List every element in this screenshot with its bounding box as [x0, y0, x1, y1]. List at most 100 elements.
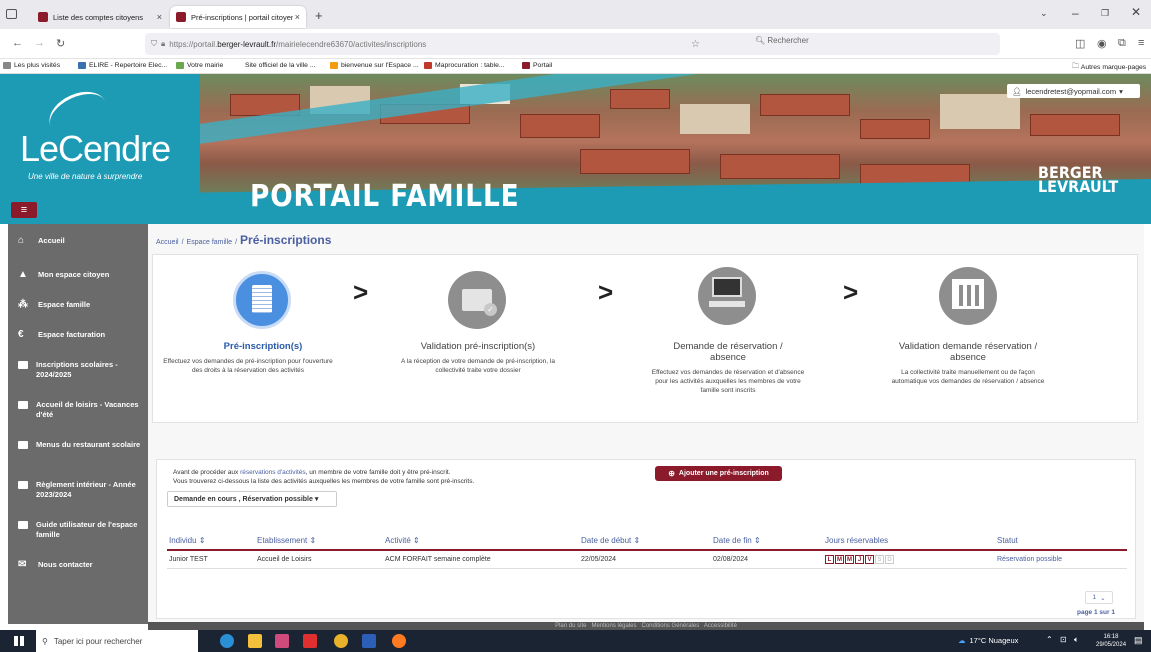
day-badge: J: [855, 554, 864, 564]
day-badge: L: [825, 554, 834, 564]
volume-icon[interactable]: 🔈︎: [1074, 635, 1079, 645]
bookmark-item[interactable]: Les plus visités: [3, 62, 60, 69]
browser-tab-bar: Liste des comptes citoyens × Pré-inscrip…: [0, 0, 1151, 29]
column-header-date-fin[interactable]: Date de fin ⇕: [713, 532, 825, 551]
site-footer: Plan du site Mentions légales Conditions…: [148, 622, 1144, 630]
weather-widget[interactable]: ☁ 17°C Nuageux: [958, 636, 1018, 645]
user-menu-button[interactable]: 👤︎ lecendretest@yopmail.com ▾: [1007, 84, 1140, 98]
sidebar-item-espace-famille[interactable]: ⁂ Espace famille: [8, 300, 148, 310]
browser-tab-comptes[interactable]: Liste des comptes citoyens ×: [32, 6, 168, 28]
tab-list-icon[interactable]: [6, 9, 17, 19]
bookmark-item[interactable]: Maprocuration : table...: [424, 62, 505, 69]
clock[interactable]: 16:18 29/05/2024: [1096, 633, 1126, 649]
bookmark-item[interactable]: ELIRE - Repertoire Elec...: [78, 62, 167, 69]
sort-icon: ⇕: [753, 536, 761, 545]
other-bookmarks[interactable]: 🗀︎ Autres marque-pages: [1072, 62, 1146, 73]
sidebar-item-inscriptions-scolaires[interactable]: Inscriptions scolaires - 2024/2025: [8, 360, 148, 380]
page-select[interactable]: 1 ⌄: [1085, 591, 1113, 604]
breadcrumb-separator: /: [235, 239, 238, 246]
sidebar-item-menus[interactable]: Menus du restaurant scolaire: [8, 440, 148, 450]
footer-link-conditions[interactable]: Conditions Générales: [642, 623, 700, 629]
day-badge: M: [845, 554, 854, 564]
document-icon: [18, 361, 28, 369]
step-2-desc: A la réception de votre demande de pré-i…: [401, 358, 555, 374]
footer-link-plan[interactable]: Plan du site: [555, 623, 586, 629]
minimize-icon[interactable]: –: [1072, 6, 1079, 20]
euro-icon: €: [18, 329, 24, 340]
url-text: https://portail.berger-levrault.fr/mairi…: [169, 39, 427, 49]
new-tab-icon[interactable]: +: [315, 8, 323, 23]
cell-activite: ACM FORFAIT semaine complète: [385, 550, 581, 569]
column-header-etablissement[interactable]: Etablissement ⇕: [257, 532, 385, 551]
cell-statut-link[interactable]: Réservation possible: [997, 550, 1127, 569]
forward-icon[interactable]: →: [34, 37, 45, 49]
status-filter-dropdown[interactable]: Demande en cours , Réservation possible …: [167, 491, 337, 507]
chrome-icon[interactable]: [334, 634, 348, 648]
app-icon[interactable]: [275, 634, 289, 648]
close-window-icon[interactable]: ✕: [1131, 5, 1141, 19]
bookmark-item[interactable]: bienvenue sur l'Espace ...: [330, 62, 419, 69]
windows-start-icon[interactable]: [14, 636, 24, 646]
bookmark-item[interactable]: Votre mairie: [176, 62, 223, 69]
add-preinscription-button[interactable]: ⊕ Ajouter une pré-inscription: [655, 466, 782, 481]
breadcrumb-home-link[interactable]: Accueil: [156, 239, 179, 246]
edge-icon[interactable]: [220, 634, 234, 648]
column-header-date-debut[interactable]: Date de début ⇕: [581, 532, 713, 551]
sidebar-item-accueil[interactable]: ⌂ Accueil: [8, 236, 148, 246]
word-icon[interactable]: [362, 634, 376, 648]
keyboard-icon: [709, 301, 745, 307]
extensions-icon[interactable]: ⧉: [1118, 37, 1126, 50]
sidebar: ⌂ Accueil ▲ Mon espace citoyen ⁂ Espace fam…: [8, 224, 148, 624]
footer-link-mentions[interactable]: Mentions légales: [591, 623, 636, 629]
berger-levrault-logo: BERGER LEVRAULT: [1038, 163, 1119, 196]
sidebar-item-reglement[interactable]: Règlement intérieur - Année 2023/2024: [8, 480, 148, 500]
url-bar[interactable]: ⛉ 🔒︎ https://portail.berger-levrault.fr/…: [145, 33, 1000, 55]
sidebar-item-contact[interactable]: ✉ Nous contacter: [8, 560, 148, 570]
bookmark-item[interactable]: Site officiel de la ville ...: [245, 62, 316, 69]
back-icon[interactable]: ←: [12, 37, 23, 49]
taskbar-search[interactable]: ⚲ Taper ici pour rechercher: [36, 630, 198, 652]
sidebar-item-facturation[interactable]: € Espace facturation: [8, 330, 148, 340]
footer-link-accessibilite[interactable]: Accessibilité: [704, 623, 737, 629]
bookmark-favicon-icon: [330, 62, 338, 69]
reservations-link[interactable]: réservations d'activités: [240, 469, 306, 476]
search-icon: ⚲: [42, 636, 48, 646]
sidebar-item-accueil-loisirs[interactable]: Accueil de loisirs - Vacances d'été: [8, 400, 148, 420]
breadcrumb-section-link[interactable]: Espace famille: [187, 239, 233, 246]
chevron-down-icon: ⌄: [1100, 594, 1106, 602]
bookmark-star-icon[interactable]: ☆: [691, 39, 700, 50]
site-logo[interactable]: LeCendre: [20, 128, 171, 170]
document-icon: [18, 441, 28, 449]
close-tab-icon[interactable]: ×: [157, 12, 162, 22]
acrobat-icon[interactable]: [303, 634, 317, 648]
user-icon: 👤︎: [1012, 86, 1022, 96]
search-field[interactable]: 🔍︎ Rechercher: [755, 36, 809, 45]
network-icon[interactable]: ⊡: [1060, 635, 1067, 644]
sidebar-item-espace-citoyen[interactable]: ▲ Mon espace citoyen: [8, 270, 148, 280]
search-placeholder: Rechercher: [767, 36, 809, 45]
cell-individu: Junior TEST: [167, 550, 257, 569]
cell-etablissement: Accueil de Loisirs: [257, 550, 385, 569]
document-icon: [18, 401, 28, 409]
document-icon: [18, 481, 28, 489]
chevron-right-icon: >: [598, 277, 614, 307]
sort-icon: ⇕: [309, 536, 317, 545]
reload-icon[interactable]: ↻: [56, 37, 65, 50]
menu-icon[interactable]: ≡: [1138, 37, 1144, 49]
chevron-down-icon[interactable]: ⌄: [1040, 8, 1048, 19]
close-tab-icon[interactable]: ×: [295, 12, 300, 22]
pocket-icon[interactable]: ◫: [1075, 37, 1085, 50]
column-header-individu[interactable]: Individu ⇕: [167, 532, 257, 551]
account-icon[interactable]: ◉: [1097, 37, 1107, 50]
firefox-icon[interactable]: [392, 634, 406, 648]
sidebar-item-guide[interactable]: Guide utilisateur de l'espace famille: [8, 520, 148, 540]
bookmark-item[interactable]: Portail: [522, 62, 552, 69]
file-explorer-icon[interactable]: [248, 634, 262, 648]
hamburger-button[interactable]: ≡: [11, 202, 37, 218]
tray-chevron-up-icon[interactable]: ⌃: [1046, 635, 1053, 644]
column-header-activite[interactable]: Activité ⇕: [385, 532, 581, 551]
table-row[interactable]: Junior TEST Accueil de Loisirs ACM FORFA…: [167, 550, 1127, 569]
notification-icon[interactable]: ▤: [1134, 635, 1143, 646]
restore-icon[interactable]: ❐: [1101, 8, 1109, 19]
browser-tab-preinscriptions[interactable]: Pré-inscriptions | portail citoyen ×: [170, 6, 306, 28]
